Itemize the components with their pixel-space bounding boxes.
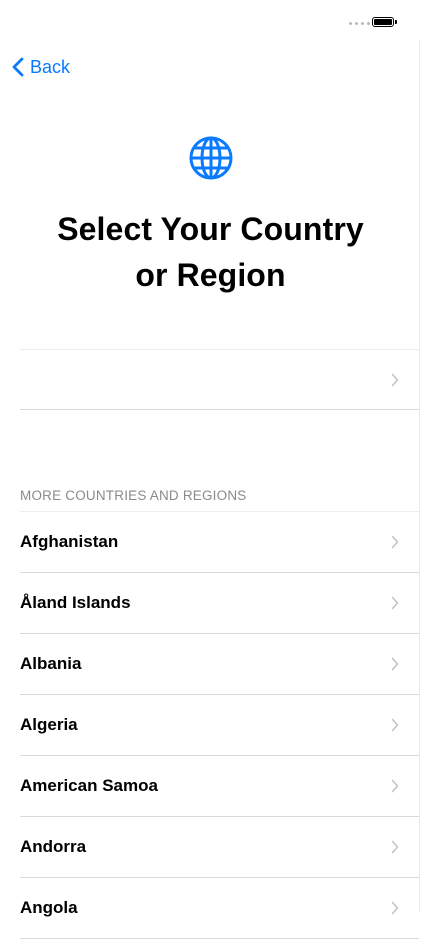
country-row-algeria[interactable]: Algeria xyxy=(20,695,419,756)
page-title-line-1: Select Your Country xyxy=(57,211,364,247)
chevron-right-icon xyxy=(391,373,399,386)
country-row-angola[interactable]: Angola xyxy=(20,878,419,939)
status-bar xyxy=(0,0,421,44)
chevron-right-icon xyxy=(391,718,399,732)
chevron-right-icon xyxy=(391,779,399,793)
page-title-line-2: or Region xyxy=(135,257,286,293)
battery-icon xyxy=(372,17,394,27)
back-label: Back xyxy=(30,57,71,77)
chevron-right-icon xyxy=(391,657,399,671)
suggested-country-row[interactable] xyxy=(20,349,419,410)
country-list: Afghanistan Åland Islands Albania Algeri… xyxy=(20,511,419,939)
country-name: Algeria xyxy=(20,715,78,734)
chevron-right-icon xyxy=(391,840,399,854)
section-header: MORE COUNTRIES AND REGIONS xyxy=(20,488,247,503)
screen-edge-divider xyxy=(419,40,420,912)
country-name: American Samoa xyxy=(20,776,158,795)
country-row-aland-islands[interactable]: Åland Islands xyxy=(20,573,419,634)
chevron-right-icon xyxy=(391,535,399,549)
page-title: Select Your Country or Region xyxy=(0,206,421,298)
chevron-right-icon xyxy=(391,901,399,915)
chevron-left-icon xyxy=(12,57,24,77)
country-row-albania[interactable]: Albania xyxy=(20,634,419,695)
battery-nub xyxy=(395,20,397,24)
back-button[interactable]: Back xyxy=(12,55,70,79)
country-row-afghanistan[interactable]: Afghanistan xyxy=(20,512,419,573)
country-row-andorra[interactable]: Andorra xyxy=(20,817,419,878)
country-name: Angola xyxy=(20,898,78,917)
country-row-american-samoa[interactable]: American Samoa xyxy=(20,756,419,817)
country-name: Afghanistan xyxy=(20,532,119,551)
globe-icon xyxy=(189,136,233,180)
signal-dots-icon xyxy=(349,22,370,25)
country-name: Albania xyxy=(20,654,82,673)
country-name: Andorra xyxy=(20,837,87,856)
country-name: Åland Islands xyxy=(20,593,131,612)
chevron-right-icon xyxy=(391,596,399,610)
